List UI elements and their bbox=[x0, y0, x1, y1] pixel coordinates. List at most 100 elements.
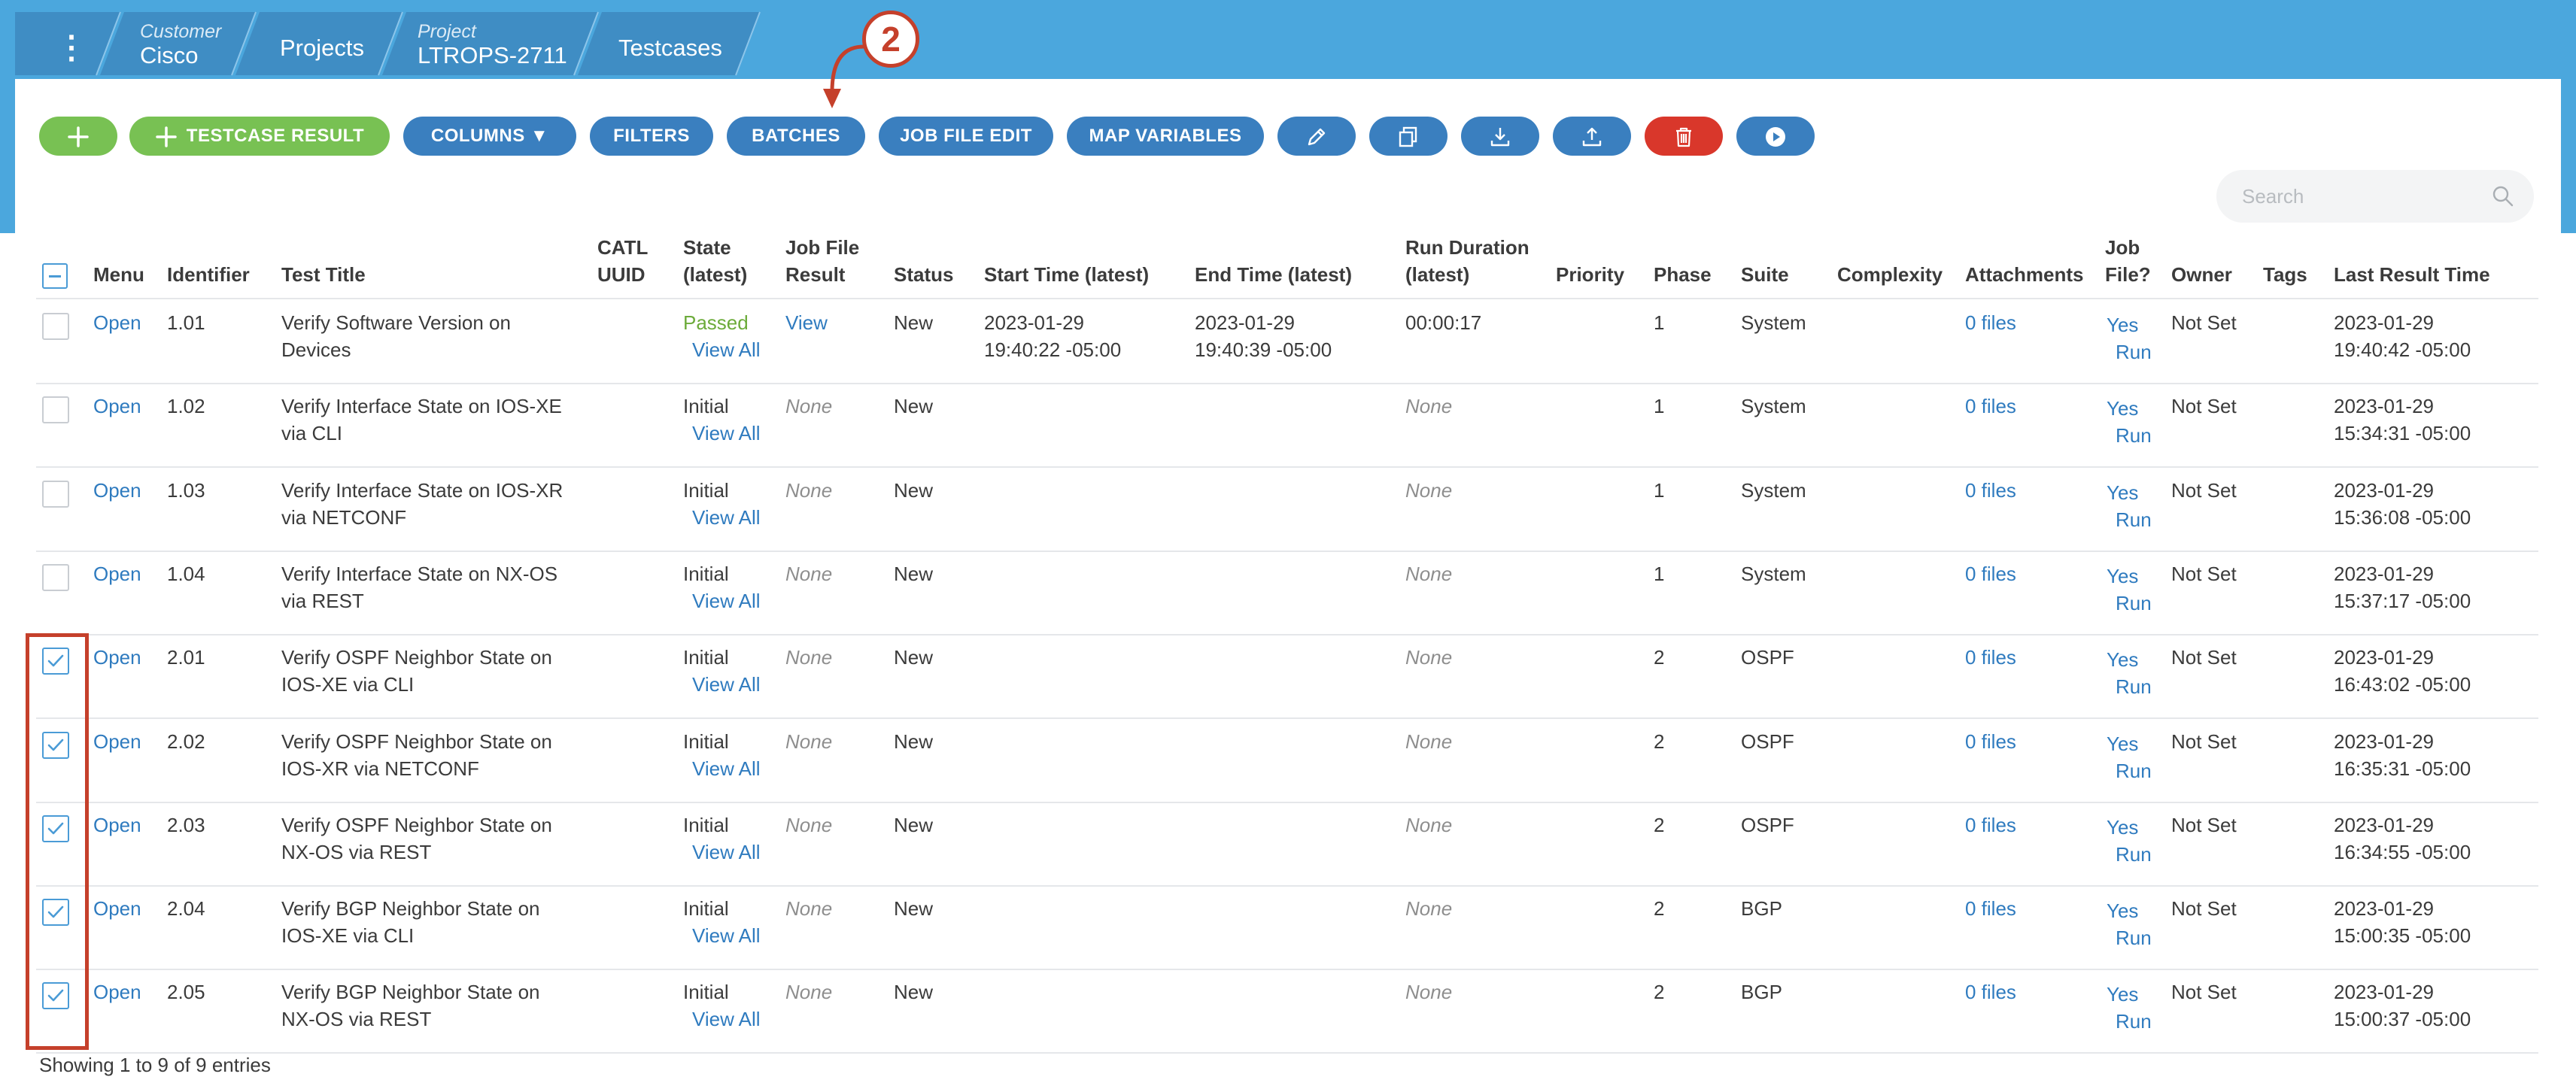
col-header-status[interactable]: Status bbox=[894, 261, 953, 288]
open-link[interactable]: Open bbox=[93, 477, 141, 504]
col-header-duration-line2: (latest) bbox=[1405, 263, 1470, 286]
col-header-phase[interactable]: Phase bbox=[1654, 261, 1712, 288]
upload-button[interactable] bbox=[1553, 117, 1631, 156]
add-button[interactable] bbox=[39, 117, 117, 156]
run-button[interactable] bbox=[1736, 117, 1815, 156]
col-header-run-duration[interactable]: Run Duration (latest) bbox=[1405, 234, 1530, 288]
run-link[interactable]: Run bbox=[2116, 841, 2152, 868]
col-header-priority[interactable]: Priority bbox=[1556, 261, 1624, 288]
run-link[interactable]: Run bbox=[2116, 338, 2152, 366]
search-input[interactable]: Search bbox=[2216, 170, 2534, 223]
col-header-start-time[interactable]: Start Time (latest) bbox=[984, 261, 1149, 288]
attachments-link[interactable]: 0 files bbox=[1965, 560, 2016, 587]
job-file-yes-link[interactable]: Yes bbox=[2107, 646, 2138, 673]
run-link[interactable]: Run bbox=[2116, 1008, 2152, 1035]
col-header-jobq-line1: Job bbox=[2105, 236, 2140, 259]
open-link[interactable]: Open bbox=[93, 393, 141, 420]
attachments-link[interactable]: 0 files bbox=[1965, 477, 2016, 504]
row-checkbox[interactable] bbox=[42, 313, 69, 340]
col-header-job-file[interactable]: Job File? bbox=[2105, 234, 2151, 288]
run-link[interactable]: Run bbox=[2116, 506, 2152, 533]
row-checkbox[interactable] bbox=[42, 396, 69, 423]
state-cell: Passed bbox=[683, 311, 749, 334]
col-header-test-title[interactable]: Test Title bbox=[281, 261, 366, 288]
row-checkbox[interactable] bbox=[42, 481, 69, 508]
view-all-link[interactable]: View All bbox=[692, 839, 761, 866]
filters-button[interactable]: FILTERS bbox=[590, 117, 713, 156]
job-file-yes-link[interactable]: Yes bbox=[2107, 563, 2138, 590]
run-link[interactable]: Run bbox=[2116, 757, 2152, 784]
run-link[interactable]: Run bbox=[2116, 422, 2152, 449]
breadcrumb-project[interactable]: Project LTROPS-2711 bbox=[418, 21, 567, 69]
view-all-link[interactable]: View All bbox=[692, 671, 761, 698]
col-header-state[interactable]: State (latest) bbox=[683, 234, 747, 288]
job-file-yes-link[interactable]: Yes bbox=[2107, 897, 2138, 924]
open-link[interactable]: Open bbox=[93, 978, 141, 1006]
batches-button[interactable]: BATCHES bbox=[727, 117, 865, 156]
columns-button[interactable]: COLUMNS ▼ bbox=[403, 117, 576, 156]
row-divider bbox=[36, 634, 2538, 635]
job-file-result-cell[interactable]: View bbox=[785, 309, 828, 336]
run-link[interactable]: Run bbox=[2116, 590, 2152, 617]
breadcrumb-testcases[interactable]: Testcases bbox=[618, 30, 722, 66]
col-header-catl-uuid[interactable]: CATL UUID bbox=[597, 234, 648, 288]
view-all-link[interactable]: View All bbox=[692, 922, 761, 949]
job-file-yes-link[interactable]: Yes bbox=[2107, 730, 2138, 757]
attachments-link[interactable]: 0 files bbox=[1965, 393, 2016, 420]
open-link[interactable]: Open bbox=[93, 728, 141, 755]
delete-button[interactable] bbox=[1645, 117, 1723, 156]
row-checkbox[interactable] bbox=[42, 564, 69, 591]
add-testcase-result-button[interactable]: TESTCASE RESULT bbox=[129, 117, 390, 156]
col-header-job-file-result[interactable]: Job File Result bbox=[785, 234, 859, 288]
last-result-time-cell: 16:35:31 -05:00 bbox=[2334, 757, 2471, 780]
job-file-yes-link[interactable]: Yes bbox=[2107, 981, 2138, 1008]
col-header-identifier[interactable]: Identifier bbox=[167, 261, 250, 288]
select-all-checkbox[interactable] bbox=[42, 263, 68, 289]
copy-button[interactable] bbox=[1369, 117, 1447, 156]
col-header-suite[interactable]: Suite bbox=[1741, 261, 1789, 288]
attachments-link[interactable]: 0 files bbox=[1965, 728, 2016, 755]
col-header-owner[interactable]: Owner bbox=[2171, 261, 2232, 288]
job-file-yes-link[interactable]: Yes bbox=[2107, 395, 2138, 422]
run-link[interactable]: Run bbox=[2116, 673, 2152, 700]
breadcrumb-customer[interactable]: Customer Cisco bbox=[140, 21, 221, 69]
view-all-link[interactable]: View All bbox=[692, 587, 761, 614]
job-file-yes-link[interactable]: Yes bbox=[2107, 311, 2138, 338]
suite-cell: OSPF bbox=[1741, 814, 1794, 836]
open-link[interactable]: Open bbox=[93, 644, 141, 671]
download-button[interactable] bbox=[1461, 117, 1539, 156]
map-variables-button[interactable]: MAP VARIABLES bbox=[1067, 117, 1264, 156]
run-link[interactable]: Run bbox=[2116, 924, 2152, 951]
job-file-edit-button[interactable]: JOB FILE EDIT bbox=[879, 117, 1053, 156]
attachments-link[interactable]: 0 files bbox=[1965, 811, 2016, 839]
identifier-cell: 2.02 bbox=[167, 730, 205, 753]
view-all-link[interactable]: View All bbox=[692, 1006, 761, 1033]
edit-button[interactable] bbox=[1277, 117, 1356, 156]
open-link[interactable]: Open bbox=[93, 895, 141, 922]
col-header-end-time[interactable]: End Time (latest) bbox=[1195, 261, 1352, 288]
open-link[interactable]: Open bbox=[93, 309, 141, 336]
col-header-menu[interactable]: Menu bbox=[93, 261, 144, 288]
breadcrumb-projects[interactable]: Projects bbox=[280, 30, 364, 66]
attachments-link[interactable]: 0 files bbox=[1965, 644, 2016, 671]
job-file-yes-link[interactable]: Yes bbox=[2107, 479, 2138, 506]
attachments-link[interactable]: 0 files bbox=[1965, 895, 2016, 922]
start-time-cell: 2023-01-29 bbox=[984, 311, 1084, 334]
suite-cell: OSPF bbox=[1741, 646, 1794, 669]
open-link[interactable]: Open bbox=[93, 811, 141, 839]
job-file-yes-link[interactable]: Yes bbox=[2107, 814, 2138, 841]
view-all-link[interactable]: View All bbox=[692, 420, 761, 447]
attachments-link[interactable]: 0 files bbox=[1965, 309, 2016, 336]
open-link[interactable]: Open bbox=[93, 560, 141, 587]
attachments-link[interactable]: 0 files bbox=[1965, 978, 2016, 1006]
view-all-link[interactable]: View All bbox=[692, 336, 761, 363]
view-all-link[interactable]: View All bbox=[692, 504, 761, 531]
col-header-complexity[interactable]: Complexity bbox=[1837, 261, 1943, 288]
view-all-link[interactable]: View All bbox=[692, 755, 761, 782]
run-duration-cell: None bbox=[1405, 395, 1453, 417]
col-header-last-result-time[interactable]: Last Result Time bbox=[2334, 261, 2490, 288]
breadcrumb-menu-button[interactable]: ⋮ bbox=[45, 21, 98, 74]
test-title-cell: NX-OS via REST bbox=[281, 1008, 432, 1030]
col-header-attachments[interactable]: Attachments bbox=[1965, 261, 2083, 288]
col-header-tags[interactable]: Tags bbox=[2263, 261, 2307, 288]
